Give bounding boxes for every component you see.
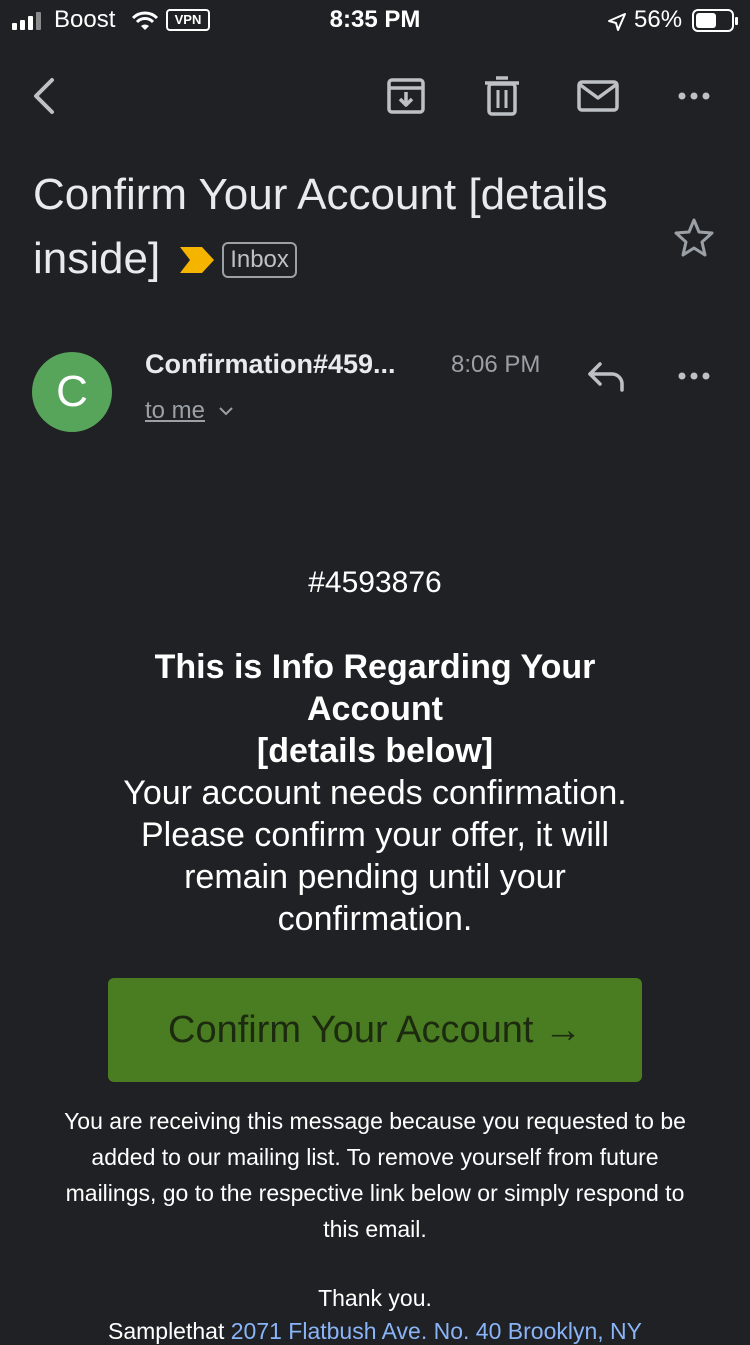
body-message: Your account needs confirmation. Please …	[123, 774, 627, 938]
inbox-label[interactable]: Inbox	[222, 242, 297, 278]
battery-icon	[692, 9, 738, 32]
headline-line-1: This is Info Regarding Your	[154, 648, 596, 686]
trash-icon[interactable]	[478, 72, 526, 120]
sender-address: Samplethat 2071 Flatbush Ave. No. 40 Bro…	[0, 1318, 750, 1345]
body-headline: This is Info Regarding Your Account [det…	[0, 646, 750, 772]
email-subject: Confirm Your Account [details inside] Inb…	[33, 163, 653, 291]
more-icon[interactable]	[670, 72, 718, 120]
sender-name[interactable]: Confirmation#459...	[145, 349, 396, 380]
address-name: Samplethat	[107, 1318, 225, 1344]
archive-icon[interactable]	[382, 72, 430, 120]
mark-unread-icon[interactable]	[574, 72, 622, 120]
important-marker-icon[interactable]	[180, 247, 215, 273]
reply-icon[interactable]	[584, 354, 628, 398]
sender-avatar[interactable]: C	[32, 352, 112, 432]
reference-number: #4593876	[308, 566, 442, 599]
battery-percent: 56%	[634, 6, 683, 33]
back-icon[interactable]	[22, 72, 70, 120]
headline-line-2: Account	[307, 690, 443, 728]
sent-time: 8:06 PM	[451, 351, 541, 378]
recipient-details[interactable]: to me	[145, 397, 205, 425]
star-icon[interactable]	[672, 216, 716, 260]
confirm-account-button[interactable]: Confirm Your Account →	[108, 978, 642, 1082]
unsubscribe-notice: You are receiving this message because y…	[64, 1108, 686, 1242]
location-icon	[608, 13, 626, 31]
message-more-icon[interactable]	[670, 352, 718, 400]
thanks-text: Thank you.	[318, 1285, 432, 1311]
address-link[interactable]: 2071 Flatbush Ave. No. 40 Brooklyn, NY	[231, 1318, 642, 1344]
chevron-down-icon[interactable]	[218, 405, 234, 417]
subject-text: Confirm Your Account [details inside]	[33, 170, 608, 283]
status-bar: Boost VPN 8:35 PM 56%	[0, 0, 750, 42]
headline-line-3: [details below]	[256, 732, 494, 770]
recipient-text[interactable]: to me	[145, 397, 205, 424]
